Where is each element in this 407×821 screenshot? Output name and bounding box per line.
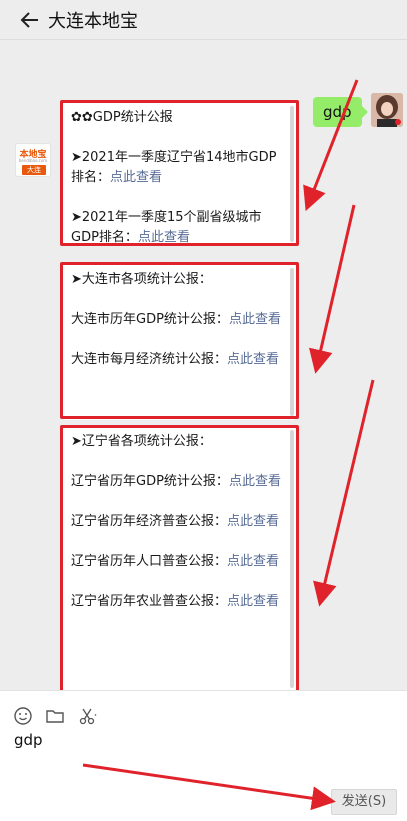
chat-area[interactable]: gdp 本地宝 bendibao.com 大连 ✿✿GDP统计公报 ➤2021年一… (0, 41, 407, 692)
message-line: ➤2021年一季度15个副省级城市GDP排名：点此查看 (71, 208, 288, 246)
message-line: 大连市历年GDP统计公报：点此查看 (71, 310, 288, 330)
message-line: 辽宁省历年农业普查公报：点此查看 (71, 592, 288, 612)
logo-text-city: 大连 (22, 165, 46, 175)
logo-text-domain: bendibao.com (18, 158, 48, 163)
official-account-avatar[interactable]: 本地宝 bendibao.com 大连 (15, 143, 51, 177)
reply-message-liaoning: ➤辽宁省各项统计公报： 辽宁省历年GDP统计公报：点此查看 辽宁省历年经济普查公报：… (62, 426, 296, 692)
view-link[interactable]: 点此查看 (227, 554, 279, 569)
chat-title: 大连本地宝 (48, 11, 138, 32)
message-line: 大连市每月经济统计公报：点此查看 (71, 350, 288, 370)
view-link[interactable]: 点此查看 (138, 230, 190, 245)
user-avatar-image (371, 93, 403, 127)
message-line-text: ✿✿GDP统计公报 (71, 110, 173, 125)
input-panel: gdp 发送(S) (0, 690, 407, 821)
message-line-text: 大连市每月经济统计公报： (71, 352, 228, 367)
view-link[interactable]: 点此查看 (229, 474, 281, 489)
message-line: 辽宁省历年人口普查公报：点此查看 (71, 552, 288, 572)
message-line-text: 辽宁省历年农业普查公报： (71, 594, 228, 609)
message-line: ➤2021年一季度辽宁省14地市GDP排名：点此查看 (71, 148, 288, 188)
message-line-text: 辽宁省历年经济普查公报： (71, 514, 228, 529)
reply-message-dalian: ➤大连市各项统计公报： 大连市历年GDP统计公报：点此查看 大连市每月经济统计公报：… (62, 264, 296, 420)
view-link[interactable]: 点此查看 (227, 514, 279, 529)
emoji-icon[interactable] (12, 705, 34, 727)
message-line: ➤大连市各项统计公报： (71, 270, 288, 290)
message-line-text: ➤大连市各项统计公报： (71, 272, 212, 287)
view-link[interactable]: 点此查看 (110, 170, 162, 185)
back-arrow-icon[interactable] (18, 8, 42, 32)
message-line: 辽宁省历年GDP统计公报：点此查看 (71, 472, 288, 492)
message-scrollbar[interactable] (290, 268, 294, 416)
message-line: ✿✿GDP统计公报 (71, 108, 288, 128)
chat-header: 大连本地宝 (0, 0, 407, 40)
message-line: 辽宁省历年经济普查公报：点此查看 (71, 512, 288, 532)
folder-icon[interactable] (44, 705, 66, 727)
message-line-text: 辽宁省历年人口普查公报： (71, 554, 228, 569)
scissors-icon[interactable] (76, 705, 98, 727)
message-scrollbar[interactable] (290, 106, 294, 242)
message-input[interactable]: gdp (14, 731, 43, 749)
view-link[interactable]: 点此查看 (229, 312, 281, 327)
message-line-text: 辽宁省历年GDP统计公报： (71, 474, 229, 489)
message-scrollbar[interactable] (290, 430, 294, 688)
user-avatar[interactable] (371, 93, 403, 127)
send-button[interactable]: 发送(S) (331, 789, 397, 815)
message-line-text: ➤辽宁省各项统计公报： (71, 434, 212, 449)
message-line-text: 大连市历年GDP统计公报： (71, 312, 229, 327)
reply-message-gdp: ✿✿GDP统计公报 ➤2021年一季度辽宁省14地市GDP排名：点此查看 ➤2021… (62, 102, 296, 246)
view-link[interactable]: 点此查看 (227, 594, 279, 609)
message-line-text: ➤2021年一季度辽宁省14地市GDP排名： (71, 150, 277, 185)
user-message-bubble: gdp (313, 97, 368, 127)
view-link[interactable]: 点此查看 (227, 352, 279, 367)
message-line: ➤辽宁省各项统计公报： (71, 432, 288, 452)
